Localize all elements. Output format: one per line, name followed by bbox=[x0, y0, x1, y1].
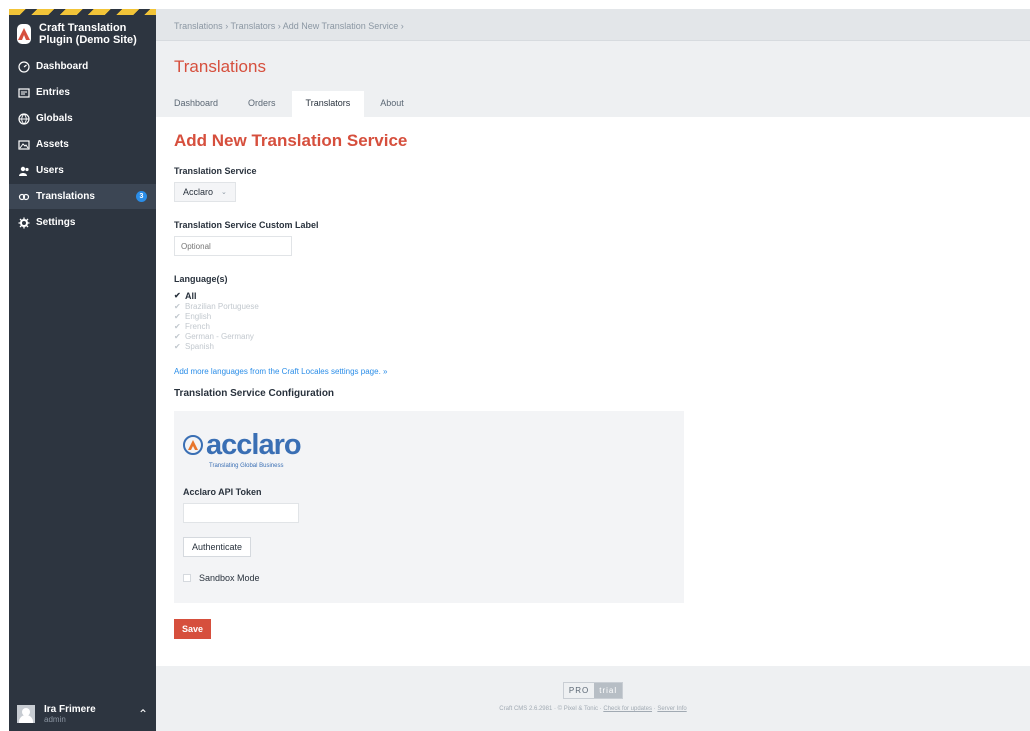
server-info-link[interactable]: Server Info bbox=[657, 706, 686, 712]
service-select[interactable]: Acclaro ⌄ bbox=[174, 182, 236, 202]
config-title: Translation Service Configuration bbox=[174, 388, 335, 399]
user-menu[interactable]: Ira Frimere admin ⌃ bbox=[9, 697, 156, 731]
languages-list: ✔ All ✔ Brazilian Portuguese ✔ English ✔ Fre… bbox=[174, 290, 1012, 352]
checkmark-icon: ✔ bbox=[174, 342, 181, 351]
language-checkbox-all[interactable]: ✔ All bbox=[174, 290, 1012, 302]
sidebar-item-label: Users bbox=[36, 165, 64, 176]
language-label: Brazilian Portuguese bbox=[185, 302, 259, 311]
language-label: English bbox=[185, 312, 212, 321]
checkbox-box bbox=[183, 574, 191, 582]
language-checkbox: ✔ French bbox=[174, 322, 1012, 332]
language-checkbox: ✔ Spanish bbox=[174, 342, 1012, 352]
footer-info: Craft CMS 2.6.2981 · © Pixel & Tonic · C… bbox=[499, 706, 687, 712]
user-role: admin bbox=[44, 715, 66, 724]
site-name: Craft Translation Plugin (Demo Site) bbox=[39, 22, 137, 46]
languages-label: Language(s) bbox=[174, 274, 228, 284]
check-updates-link[interactable]: Check for updates bbox=[603, 706, 652, 712]
language-checkbox: ✔ English bbox=[174, 312, 1012, 322]
sidebar-item-assets[interactable]: Assets bbox=[9, 132, 156, 157]
tab-dashboard[interactable]: Dashboard bbox=[174, 91, 218, 117]
tab-orders[interactable]: Orders bbox=[248, 91, 276, 117]
globe-icon bbox=[18, 112, 30, 125]
users-icon bbox=[18, 165, 30, 177]
edition-status: trial bbox=[594, 683, 623, 698]
sidebar-item-entries[interactable]: Entries bbox=[9, 80, 156, 105]
tab-bar: Dashboard Orders Translators About bbox=[156, 91, 1030, 117]
acclaro-logo-icon bbox=[183, 435, 203, 455]
gear-icon bbox=[18, 217, 30, 229]
sidebar-item-users[interactable]: Users bbox=[9, 158, 156, 183]
main-nav: Dashboard Entries Globals Assets Users T… bbox=[9, 54, 156, 235]
sidebar-item-label: Entries bbox=[36, 87, 70, 98]
sidebar: Craft Translation Plugin (Demo Site) Das… bbox=[9, 9, 156, 731]
breadcrumb[interactable]: Translations › Translators › Add New Tra… bbox=[156, 9, 1030, 41]
api-token-label: Acclaro API Token bbox=[183, 487, 262, 497]
page-title: Translations bbox=[174, 57, 266, 76]
service-config-panel: acclaro Translating Global Business Accl… bbox=[174, 411, 684, 603]
edition-name: PRO bbox=[568, 686, 590, 695]
api-token-input[interactable] bbox=[183, 503, 299, 523]
logo-word: acclaro bbox=[206, 429, 302, 461]
service-select-value: Acclaro bbox=[183, 187, 214, 197]
sidebar-item-label: Assets bbox=[36, 139, 69, 150]
translation-service-form: Add New Translation Service Translation … bbox=[156, 117, 1030, 653]
checkmark-icon: ✔ bbox=[174, 291, 181, 300]
sandbox-mode-checkbox[interactable]: Sandbox Mode bbox=[183, 573, 675, 583]
tab-translators[interactable]: Translators bbox=[291, 91, 365, 117]
avatar bbox=[17, 705, 35, 723]
sidebar-item-label: Dashboard bbox=[36, 61, 89, 72]
sidebar-item-label: Translations bbox=[36, 191, 95, 202]
translations-badge: 3 bbox=[136, 191, 147, 202]
save-button[interactable]: Save bbox=[174, 619, 212, 639]
locales-settings-link[interactable]: Add more languages from the Craft Locale… bbox=[174, 367, 1012, 376]
checkmark-icon: ✔ bbox=[174, 302, 181, 311]
version-text: Craft CMS 2.6.2981 · © Pixel & Tonic · bbox=[499, 706, 602, 712]
acclaro-logo: acclaro Translating Global Business bbox=[183, 425, 675, 469]
checkmark-icon: ✔ bbox=[174, 322, 181, 331]
language-label: Spanish bbox=[185, 342, 214, 351]
logo-tagline: Translating Global Business bbox=[209, 463, 284, 469]
checkmark-icon: ✔ bbox=[174, 312, 181, 321]
edition-badge[interactable]: PRO trial bbox=[562, 682, 624, 699]
form-title: Add New Translation Service bbox=[174, 131, 408, 150]
translations-icon bbox=[18, 191, 30, 203]
tab-about[interactable]: About bbox=[380, 91, 404, 117]
custom-label-label: Translation Service Custom Label bbox=[174, 220, 319, 230]
sidebar-item-translations[interactable]: Translations 3 bbox=[9, 184, 156, 209]
sidebar-item-label: Settings bbox=[36, 217, 76, 228]
sandbox-label: Sandbox Mode bbox=[199, 573, 260, 583]
user-name: Ira Frimere bbox=[44, 704, 96, 715]
site-logo-icon bbox=[17, 24, 31, 44]
chevron-up-icon[interactable]: ⌃ bbox=[138, 707, 148, 721]
service-label: Translation Service bbox=[174, 166, 257, 176]
language-label: French bbox=[185, 322, 210, 331]
dashboard-icon bbox=[18, 60, 30, 73]
footer: PRO trial Craft CMS 2.6.2981 · © Pixel &… bbox=[156, 666, 1030, 731]
language-label: All bbox=[185, 291, 197, 301]
language-label: German - Germany bbox=[185, 332, 254, 341]
assets-icon bbox=[18, 139, 30, 151]
main-content: Translations › Translators › Add New Tra… bbox=[156, 9, 1030, 731]
sidebar-item-dashboard[interactable]: Dashboard bbox=[9, 54, 156, 79]
sidebar-item-settings[interactable]: Settings bbox=[9, 210, 156, 235]
entries-icon bbox=[18, 87, 30, 99]
language-checkbox: ✔ Brazilian Portuguese bbox=[174, 302, 1012, 312]
authenticate-button[interactable]: Authenticate bbox=[183, 537, 252, 557]
sidebar-item-label: Globals bbox=[36, 113, 73, 124]
custom-label-input[interactable] bbox=[174, 236, 292, 256]
page-header: Translations bbox=[156, 41, 1030, 91]
language-checkbox: ✔ German - Germany bbox=[174, 332, 1012, 342]
site-header[interactable]: Craft Translation Plugin (Demo Site) bbox=[9, 15, 156, 53]
chevron-down-icon: ⌄ bbox=[221, 189, 227, 196]
checkmark-icon: ✔ bbox=[174, 332, 181, 341]
sidebar-item-globals[interactable]: Globals bbox=[9, 106, 156, 131]
